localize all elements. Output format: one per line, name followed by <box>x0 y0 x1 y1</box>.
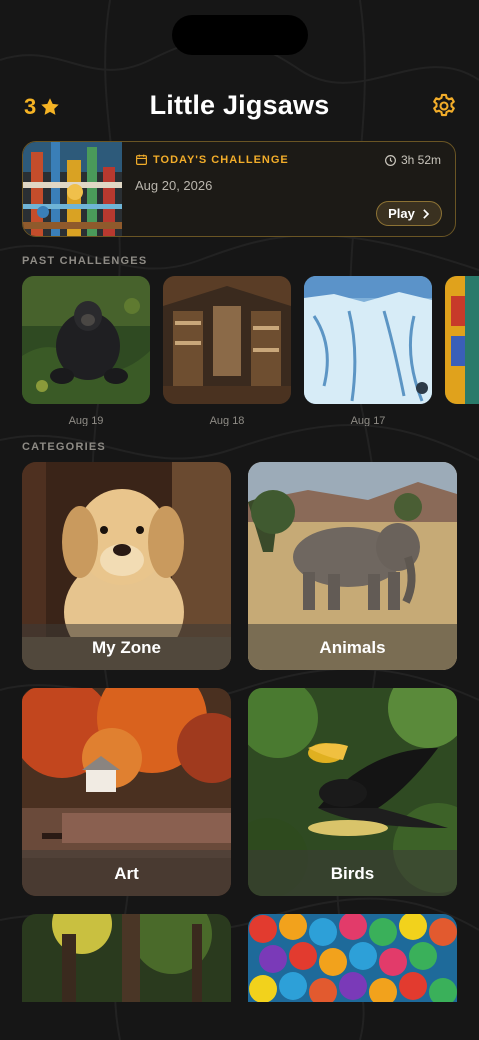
past-challenge-item[interactable]: Aug 17 <box>304 276 432 426</box>
past-challenge-item[interactable]: Aug 19 <box>22 276 150 426</box>
past-challenge-item[interactable]: Aug 18 <box>163 276 291 426</box>
past-thumbnail-gorilla <box>22 276 150 404</box>
timer-text: 3h 52m <box>400 153 441 167</box>
clock-icon <box>384 154 396 166</box>
past-date: Aug 19 <box>68 415 104 426</box>
category-image-forest <box>22 914 231 1002</box>
category-my-zone[interactable]: My Zone <box>22 462 231 670</box>
past-thumbnail-partial <box>445 276 479 404</box>
category-label: My Zone <box>92 638 161 657</box>
challenge-timer: 3h 52m <box>384 153 441 167</box>
todays-challenge-card[interactable]: TODAY'S CHALLENGE Aug 20, 2026 3h 52m Pl… <box>22 141 456 237</box>
past-date: Aug 18 <box>209 415 245 426</box>
category-umbrellas[interactable] <box>248 914 457 1002</box>
dynamic-island <box>172 15 308 55</box>
category-art[interactable]: Art <box>22 688 231 896</box>
gear-icon[interactable] <box>430 92 458 120</box>
category-animals[interactable]: Animals <box>248 462 457 670</box>
header: 3 Little Jigsaws <box>0 88 479 128</box>
challenge-thumbnail <box>23 142 122 236</box>
category-label: Animals <box>319 638 386 657</box>
category-birds[interactable]: Birds <box>248 688 457 896</box>
past-date: Aug 17 <box>350 415 386 426</box>
calendar-icon <box>136 154 147 165</box>
category-label: Birds <box>330 864 375 883</box>
past-challenges-list[interactable]: Aug 19 Aug 18 Aug 17 <box>22 276 479 426</box>
past-challenges-heading: PAST CHALLENGES <box>22 255 148 267</box>
play-button-label: Play <box>388 206 415 221</box>
category-label: Art <box>114 864 139 883</box>
past-thumbnail-glacier <box>304 276 432 404</box>
play-button[interactable]: Play <box>376 201 442 226</box>
past-thumbnail-shop <box>163 276 291 404</box>
category-forest[interactable] <box>22 914 231 1002</box>
app-title: Little Jigsaws <box>149 90 330 120</box>
challenge-date: Aug 20, 2026 <box>135 178 213 193</box>
past-challenge-item[interactable] <box>445 276 479 409</box>
category-image-umbrellas <box>248 914 457 1002</box>
challenge-label: TODAY'S CHALLENGE <box>153 154 289 166</box>
categories-heading: CATEGORIES <box>22 441 106 453</box>
chevron-right-icon <box>423 208 430 219</box>
